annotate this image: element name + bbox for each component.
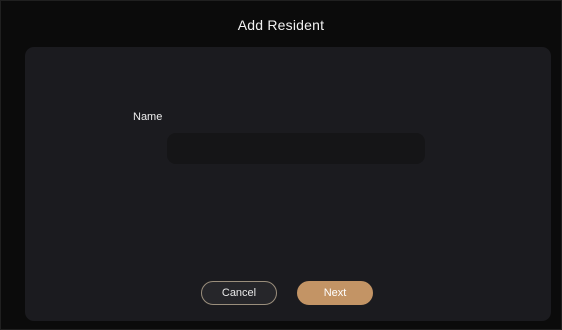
- name-label: Name: [133, 111, 163, 123]
- name-input[interactable]: [167, 133, 425, 164]
- page-title: Add Resident: [237, 17, 325, 33]
- cancel-button[interactable]: Cancel: [201, 281, 277, 305]
- next-button[interactable]: Next: [297, 281, 373, 305]
- form-panel: Name Cancel Next: [25, 47, 551, 321]
- add-resident-screen: Add Resident Name Cancel Next: [0, 0, 562, 330]
